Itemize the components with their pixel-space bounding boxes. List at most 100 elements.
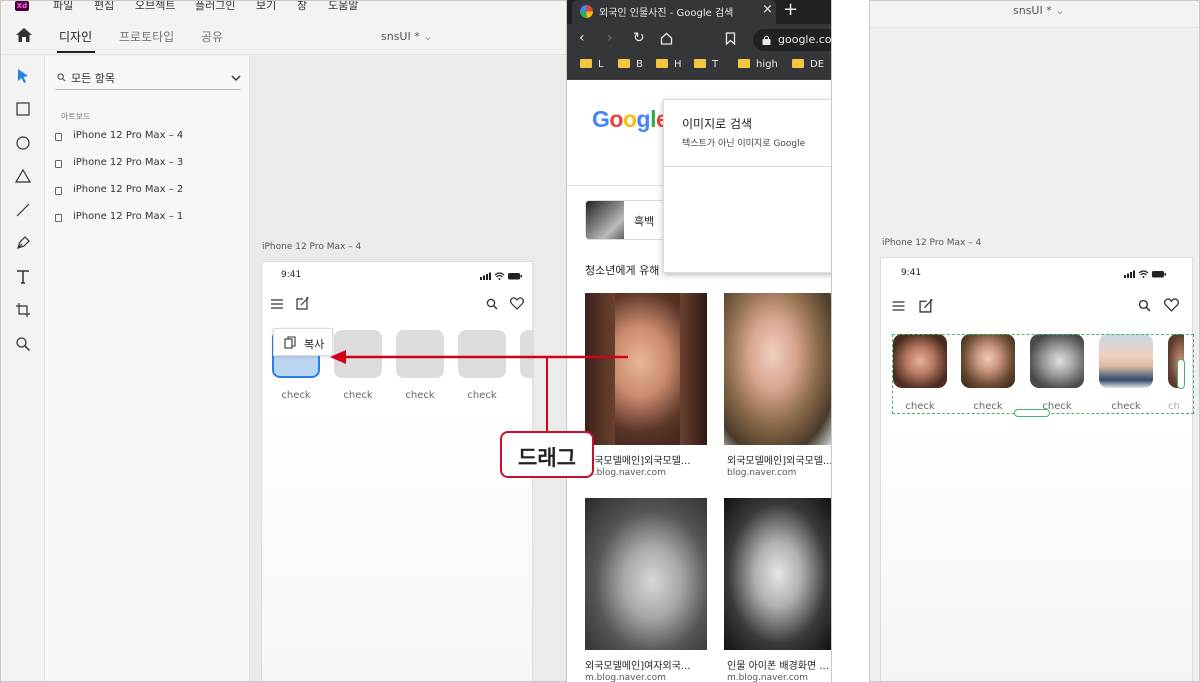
menu-icon[interactable] [271, 298, 283, 310]
document-title[interactable]: snsUI * ⌄ [381, 30, 432, 43]
folder-icon [694, 59, 706, 68]
thumbnail-label: check [343, 390, 373, 401]
layer-artboard[interactable]: iPhone 12 Pro Max – 1 [55, 209, 245, 229]
artboard-tool-icon[interactable] [15, 302, 31, 318]
pen-tool-icon[interactable] [15, 235, 31, 251]
reload-icon[interactable]: ↻ [633, 30, 645, 46]
result-image[interactable] [585, 498, 707, 650]
result-caption[interactable]: 외국모델메인]외국모델... [585, 452, 690, 467]
tab-share[interactable]: 공유 [201, 28, 223, 45]
artboard-icon [55, 214, 62, 222]
layer-artboard[interactable]: iPhone 12 Pro Max – 3 [55, 155, 245, 175]
popup-subtitle: 텍스트가 아닌 이미지로 Google [682, 139, 806, 149]
menu-icon[interactable] [892, 300, 905, 312]
hair-shade [680, 293, 707, 445]
tab-design[interactable]: 디자인 [59, 28, 92, 45]
menu-edit[interactable]: 편집 [94, 1, 114, 13]
story-thumbnail[interactable] [334, 330, 382, 378]
result-caption[interactable]: 외국모델메인]외국모델... [727, 452, 831, 467]
browser-tab-strip: 외국인 인물사진 - Google 검색 × + [567, 0, 831, 24]
layer-artboard[interactable]: iPhone 12 Pro Max – 2 [55, 182, 245, 202]
search-icon[interactable] [1138, 299, 1151, 312]
chip-label: 흑백 [634, 215, 655, 228]
compose-icon[interactable] [919, 298, 934, 313]
layer-artboard[interactable]: iPhone 12 Pro Max – 4 [55, 128, 245, 148]
screenshot-root: Xd 파일 편집 오브젝트 플러그인 보기 창 도움말 디자인 프로토타입 공유… [0, 0, 1200, 682]
bookmark-folder[interactable]: high [738, 59, 778, 70]
menu-object[interactable]: 오브젝트 [135, 1, 175, 13]
bookmark-folder[interactable]: B [618, 59, 643, 70]
xd-logo: Xd [15, 1, 29, 11]
heart-icon[interactable] [510, 297, 524, 310]
bookmark-icon[interactable] [725, 32, 736, 45]
result-image[interactable] [724, 498, 831, 650]
xd-menubar: Xd 파일 편집 오브젝트 플러그인 보기 창 도움말 [1, 1, 566, 15]
bookmark-folder[interactable]: DE [792, 59, 824, 70]
new-tab-icon[interactable]: + [783, 0, 798, 20]
result-caption[interactable]: 인물 아이폰 배경화면 ... [727, 657, 829, 672]
back-icon[interactable]: ‹ [579, 30, 585, 46]
popup-divider [664, 166, 831, 167]
result-source: m.blog.naver.com [585, 673, 666, 682]
status-time: 9:41 [901, 268, 922, 278]
document-title[interactable]: snsUI * ⌄ [1013, 4, 1064, 17]
layers-filter-dropdown[interactable]: 모든 항목 [55, 66, 241, 90]
artboard-title[interactable]: iPhone 12 Pro Max – 4 [882, 238, 981, 248]
layers-filter-label: 모든 항목 [71, 72, 115, 85]
select-tool-icon[interactable] [15, 68, 31, 84]
bookmark-folder[interactable]: T [694, 59, 718, 70]
address-bar[interactable]: google.com [753, 29, 831, 51]
artboard-title[interactable]: iPhone 12 Pro Max – 4 [262, 242, 361, 252]
status-icons [480, 272, 522, 280]
folder-icon [580, 59, 592, 68]
folder-icon [656, 59, 668, 68]
design-canvas[interactable]: iPhone 12 Pro Max – 4 9:41 check check c… [250, 56, 566, 681]
forward-icon[interactable]: › [607, 30, 613, 46]
menu-plugins[interactable]: 플러그인 [195, 1, 235, 13]
menu-view[interactable]: 보기 [256, 1, 276, 13]
browser-tab[interactable]: 외국인 인물사진 - Google 검색 × [572, 0, 776, 24]
home-icon[interactable] [660, 32, 673, 45]
browser-window: 외국인 인물사진 - Google 검색 × + ‹ › ↻ google.co… [567, 0, 832, 682]
search-icon[interactable] [486, 298, 498, 310]
rectangle-tool-icon[interactable] [15, 101, 31, 117]
tab-prototype[interactable]: 프로토타입 [119, 28, 174, 45]
status-time: 9:41 [281, 270, 302, 280]
result-image[interactable] [724, 293, 831, 445]
polygon-tool-icon[interactable] [15, 168, 31, 184]
story-thumbnail[interactable] [396, 330, 444, 378]
artboard[interactable]: 9:41 check check check check ch [880, 257, 1194, 681]
folder-icon [618, 59, 630, 68]
close-tab-icon[interactable]: × [762, 2, 773, 17]
google-favicon-icon [580, 5, 593, 18]
filter-chip[interactable]: 흑백 [585, 200, 670, 240]
menu-window[interactable]: 창 [297, 1, 307, 13]
story-thumbnail[interactable] [520, 330, 534, 378]
popup-title: 이미지로 검색 [682, 117, 753, 131]
line-tool-icon[interactable] [15, 202, 31, 218]
menu-help[interactable]: 도움말 [328, 1, 358, 13]
copy-drop-tooltip: 복사 [273, 328, 333, 356]
zoom-tool-icon[interactable] [15, 336, 31, 352]
resize-handle-right[interactable] [1177, 359, 1185, 389]
bookmark-folder[interactable]: H [656, 59, 682, 70]
thumbnail-label: check [467, 390, 497, 401]
heart-icon[interactable] [1164, 298, 1179, 312]
repeat-grid-selection[interactable] [892, 334, 1194, 414]
artboard[interactable]: 9:41 check check check check [261, 261, 534, 681]
google-logo[interactable]: Google [592, 106, 669, 133]
home-icon[interactable] [16, 28, 32, 42]
result-source: blog.naver.com [727, 468, 797, 478]
thumbnail-label: check [405, 390, 435, 401]
result-caption[interactable]: 외국모델메인]여자외국... [585, 657, 690, 672]
story-thumbnail[interactable] [458, 330, 506, 378]
bookmark-folder[interactable]: L [580, 59, 604, 70]
text-tool-icon[interactable] [15, 269, 31, 285]
artboard-icon [55, 160, 62, 168]
resize-handle-bottom[interactable] [1014, 409, 1050, 417]
menu-file[interactable]: 파일 [53, 1, 73, 13]
compose-icon[interactable] [296, 296, 310, 310]
xd-preview-topbar: snsUI * ⌄ [870, 1, 1199, 28]
ellipse-tool-icon[interactable] [15, 135, 31, 151]
result-image[interactable] [585, 293, 707, 445]
